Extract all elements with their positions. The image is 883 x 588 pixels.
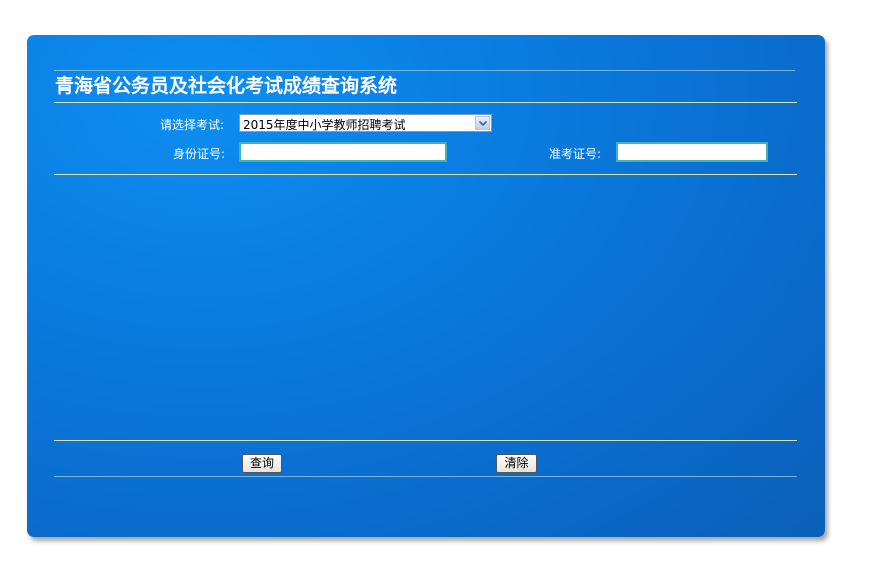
exam-select-value: 2015年度中小学教师招聘考试	[243, 118, 406, 132]
query-button[interactable]: 查询	[242, 454, 282, 473]
buttons-bottom-divider	[54, 476, 797, 477]
title-divider	[54, 102, 797, 103]
form-divider	[54, 174, 797, 175]
query-panel: 青海省公务员及社会化考试成绩查询系统 请选择考试: 2015年度中小学教师招聘考…	[27, 35, 825, 537]
ticket-number-label: 准考证号:	[549, 147, 602, 161]
ticket-number-input[interactable]	[616, 142, 768, 162]
page-title: 青海省公务员及社会化考试成绩查询系统	[55, 75, 398, 97]
id-number-input[interactable]	[239, 142, 447, 162]
buttons-top-divider	[54, 440, 797, 441]
exam-dropdown-button[interactable]	[475, 116, 490, 130]
exam-label: 请选择考试:	[160, 118, 225, 132]
chevron-down-icon	[479, 120, 487, 127]
exam-select[interactable]: 2015年度中小学教师招聘考试	[239, 114, 492, 132]
id-number-label: 身份证号:	[173, 147, 226, 161]
clear-button[interactable]: 清除	[496, 454, 537, 473]
